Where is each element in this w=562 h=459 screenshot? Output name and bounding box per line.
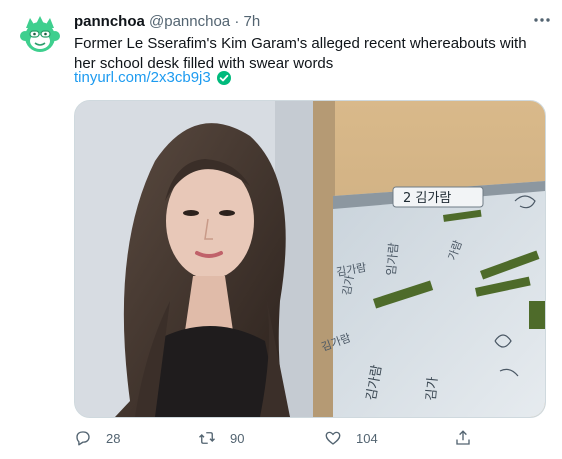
monkey-avatar-icon (20, 16, 60, 52)
separator-dot: · (234, 13, 240, 30)
share-button[interactable] (454, 426, 472, 450)
desk-photo: 2 김가람 김가람 김가 임가람 가람 김가람 김가람 김가 (313, 101, 545, 417)
display-name[interactable]: pannchoa (74, 13, 145, 30)
desk-name-label: 2 김가람 (403, 191, 451, 206)
tweet-link[interactable]: tinyurl.com/2x3cb9j3 (74, 68, 211, 88)
portrait-photo (75, 101, 313, 417)
tweet-header: pannchoa @pannchoa · 7h (74, 12, 260, 32)
reply-icon (76, 431, 90, 446)
retweet-icon (199, 432, 215, 444)
like-count: 104 (356, 430, 378, 446)
share-icon (456, 430, 470, 445)
verified-check-icon (216, 70, 232, 86)
more-button[interactable] (528, 10, 556, 34)
reply-count: 28 (106, 430, 121, 446)
desk-scribble: 김가 (424, 376, 441, 401)
retweet-count: 90 (230, 430, 245, 446)
reply-button[interactable]: 28 (74, 426, 120, 450)
tweet-media[interactable]: 2 김가람 김가람 김가 임가람 가람 김가람 김가람 김가 (74, 100, 546, 418)
timestamp[interactable]: 7h (243, 13, 260, 30)
like-button[interactable]: 104 (324, 426, 378, 450)
user-handle[interactable]: @pannchoa (149, 13, 230, 30)
action-bar: 28 90 104 (74, 426, 546, 450)
tweet[interactable]: pannchoa @pannchoa · 7h Former Le Sseraf… (0, 0, 562, 459)
like-icon (325, 431, 341, 445)
desk-scribble: 임가람 (384, 242, 401, 276)
tweet-link-row: tinyurl.com/2x3cb9j3 (74, 68, 232, 88)
more-dots-icon (534, 18, 550, 22)
avatar[interactable] (16, 12, 64, 60)
retweet-button[interactable]: 90 (198, 426, 244, 450)
